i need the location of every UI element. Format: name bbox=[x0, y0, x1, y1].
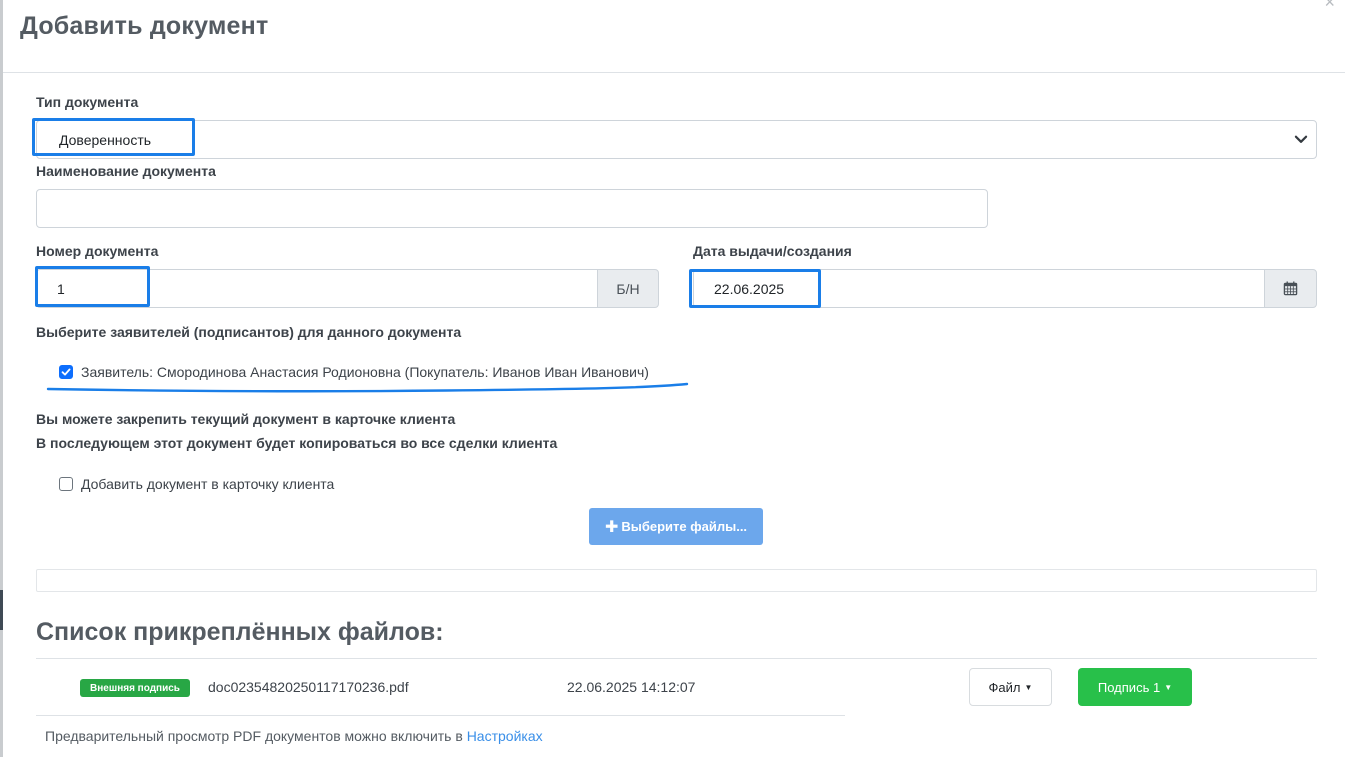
backdrop-edge-dark bbox=[0, 590, 3, 630]
chevron-down-icon bbox=[1294, 135, 1308, 143]
file-dropdown-button[interactable]: Файл ▼ bbox=[969, 668, 1052, 706]
pin-checkbox-label: Добавить документ в карточку клиента bbox=[81, 476, 335, 492]
plus-icon: ✚ bbox=[604, 518, 619, 536]
pdf-preview-text: Предварительный просмотр PDF документов … bbox=[45, 728, 463, 744]
select-files-button[interactable]: ✚ Выберите файлы... bbox=[589, 508, 763, 545]
doc-name-label: Наименование документа bbox=[36, 163, 216, 179]
close-icon[interactable]: × bbox=[1324, 0, 1335, 13]
signer-underline-annotation bbox=[46, 382, 689, 393]
backdrop-edge bbox=[0, 0, 3, 757]
signers-label: Выберите заявителей (подписантов) для да… bbox=[36, 324, 462, 340]
external-signature-badge: Внешняя подпись bbox=[80, 679, 190, 697]
doc-number-value: 1 bbox=[57, 281, 65, 297]
doc-name-input[interactable] bbox=[36, 189, 988, 228]
file-dropdown-label: Файл bbox=[988, 679, 1021, 695]
files-list-title: Список прикреплённых файлов: bbox=[36, 618, 444, 646]
pin-info-line1: Вы можете закрепить текущий документ в к… bbox=[36, 411, 456, 427]
modal-header: Добавить документ × bbox=[3, 0, 1345, 73]
doc-type-value: Доверенность bbox=[59, 132, 152, 148]
doc-type-select[interactable]: Доверенность bbox=[36, 120, 1317, 159]
file-name[interactable]: doc02354820250117170236.pdf bbox=[208, 679, 409, 695]
calendar-button[interactable] bbox=[1264, 269, 1317, 308]
issue-date-value: 22.06.2025 bbox=[714, 281, 785, 297]
doc-number-input[interactable]: 1 bbox=[36, 269, 598, 308]
pin-checkbox[interactable] bbox=[59, 477, 73, 491]
upload-dropzone[interactable] bbox=[36, 569, 1317, 592]
signature-dropdown-label: Подпись 1 bbox=[1097, 679, 1161, 695]
calendar-icon bbox=[1283, 281, 1298, 296]
issue-date-input[interactable]: 22.06.2025 bbox=[693, 269, 1265, 308]
settings-link[interactable]: Настройках bbox=[467, 728, 543, 744]
signer-label: Заявитель: Смородинова Анастасия Родионо… bbox=[81, 364, 649, 380]
modal-title: Добавить документ bbox=[20, 12, 269, 40]
pdf-preview-note: Предварительный просмотр PDF документов … bbox=[45, 728, 543, 744]
no-number-button[interactable]: Б/Н bbox=[597, 269, 659, 308]
doc-type-label: Тип документа bbox=[36, 94, 139, 110]
select-files-label: Выберите файлы... bbox=[621, 519, 748, 534]
pin-checkbox-row[interactable]: Добавить документ в карточку клиента bbox=[59, 476, 334, 492]
pin-info-line2: В последующем этот документ будет копиро… bbox=[36, 435, 558, 451]
caret-down-icon: ▼ bbox=[1024, 682, 1033, 692]
signer-checkbox-row[interactable]: Заявитель: Смородинова Анастасия Родионо… bbox=[59, 364, 649, 380]
check-icon bbox=[61, 368, 71, 376]
caret-down-icon: ▼ bbox=[1164, 682, 1173, 692]
signer-checkbox[interactable] bbox=[59, 365, 73, 379]
signature-dropdown-button[interactable]: Подпись 1 ▼ bbox=[1078, 668, 1192, 706]
doc-number-label: Номер документа bbox=[36, 243, 159, 259]
files-divider-bottom bbox=[36, 715, 845, 716]
issue-date-label: Дата выдачи/создания bbox=[693, 243, 852, 259]
file-datetime: 22.06.2025 14:12:07 bbox=[567, 679, 696, 695]
files-divider-top bbox=[36, 658, 1317, 659]
